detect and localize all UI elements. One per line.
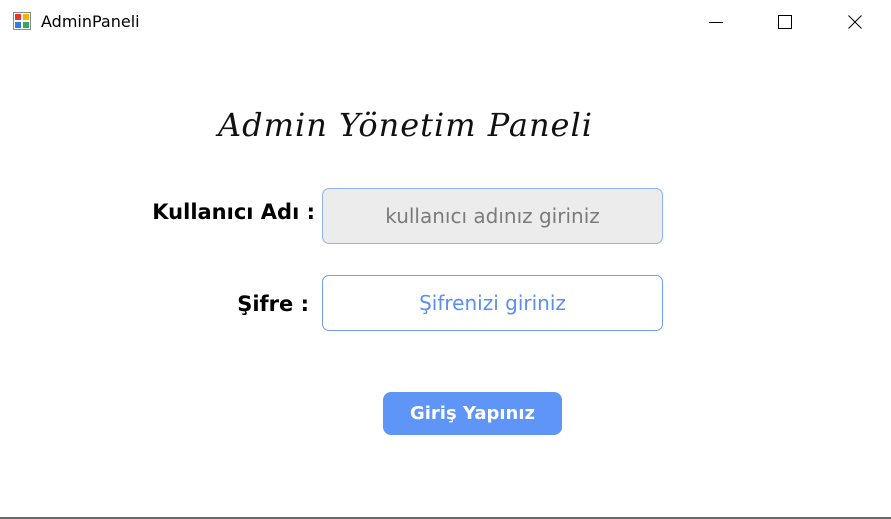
login-button[interactable]: Giriş Yapınız — [383, 392, 562, 435]
password-label: Şifre : — [237, 292, 309, 316]
maximize-button[interactable] — [750, 0, 820, 44]
minimize-icon — [709, 22, 723, 23]
password-input[interactable] — [323, 276, 662, 330]
maximize-icon — [778, 15, 792, 29]
admin-panel-window: AdminPaneli Admin Yönetim Paneli Kullanı… — [0, 0, 891, 519]
title-bar[interactable]: AdminPaneli — [0, 0, 891, 44]
password-field-box[interactable] — [322, 275, 663, 331]
close-button[interactable] — [820, 0, 890, 44]
window-title: AdminPaneli — [41, 12, 140, 31]
winforms-app-icon — [13, 12, 31, 30]
close-icon — [848, 15, 862, 29]
minimize-button[interactable] — [681, 0, 751, 44]
username-input[interactable] — [323, 189, 662, 243]
username-field-box[interactable] — [322, 188, 663, 244]
username-label: Kullanıcı Adı : — [152, 200, 315, 224]
panel-heading: Admin Yönetim Paneli — [218, 106, 593, 144]
